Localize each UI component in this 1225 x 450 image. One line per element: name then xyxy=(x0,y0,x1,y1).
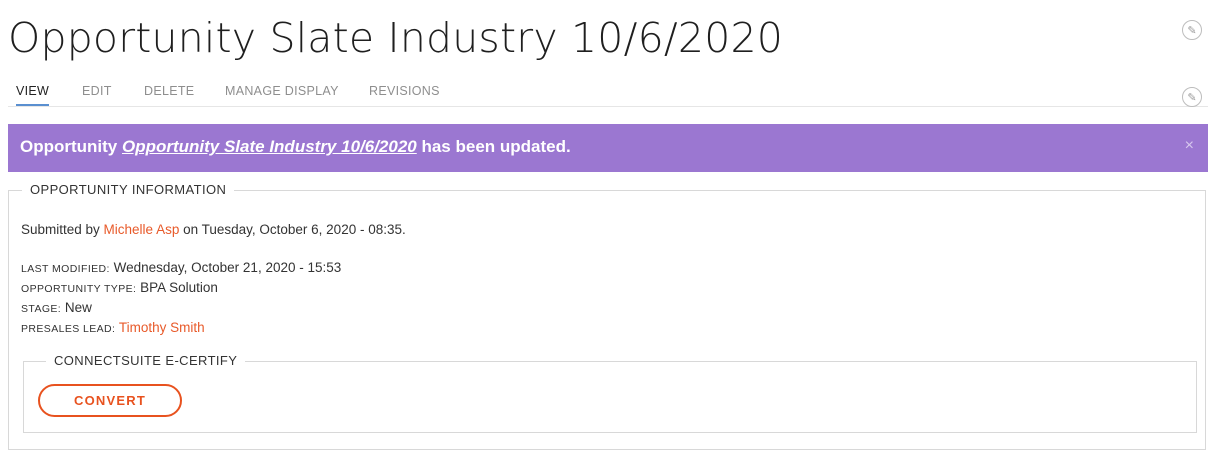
status-text: Opportunity Opportunity Slate Industry 1… xyxy=(20,137,571,157)
presales-lead-link[interactable]: Timothy Smith xyxy=(119,320,205,335)
convert-button[interactable]: CONVERT xyxy=(38,384,182,417)
tabs-edit-pencil-icon[interactable]: ✎ xyxy=(1182,87,1202,107)
opportunity-information-fieldset: OPPORTUNITY INFORMATION Submitted by Mic… xyxy=(8,182,1206,450)
last-modified-value: Wednesday, October 21, 2020 - 15:53 xyxy=(113,260,342,275)
status-suffix: has been updated. xyxy=(416,137,571,156)
tab-delete[interactable]: DELETE xyxy=(144,84,194,104)
last-modified-label: LAST MODIFIED: xyxy=(21,263,110,275)
title-edit-pencil-icon[interactable]: ✎ xyxy=(1182,20,1202,40)
tab-view[interactable]: VIEW xyxy=(16,84,50,106)
stage-label: STAGE: xyxy=(21,303,62,315)
page-title: Opportunity Slate Industry 10/6/2020 xyxy=(8,14,784,62)
opportunity-type-field: OPPORTUNITY TYPE: BPA Solution xyxy=(21,280,218,295)
stage-value: New xyxy=(64,300,92,315)
opportunity-type-value: BPA Solution xyxy=(140,280,218,295)
tab-revisions[interactable]: REVISIONS xyxy=(369,84,440,104)
ecertify-fieldset: CONNECTSUITE E-CERTIFY CONVERT xyxy=(23,353,1197,433)
presales-lead-label: PRESALES LEAD: xyxy=(21,323,116,335)
opportunity-type-label: OPPORTUNITY TYPE: xyxy=(21,283,137,295)
status-opportunity-link[interactable]: Opportunity Slate Industry 10/6/2020 xyxy=(122,137,417,156)
ecertify-legend: CONNECTSUITE E-CERTIFY xyxy=(46,353,246,368)
status-message: Opportunity Opportunity Slate Industry 1… xyxy=(8,124,1208,172)
submitted-by-user-link[interactable]: Michelle Asp xyxy=(104,222,180,237)
submitted-suffix: on Tuesday, October 6, 2020 - 08:35. xyxy=(179,222,406,237)
opportunity-information-legend: OPPORTUNITY INFORMATION xyxy=(22,182,235,197)
local-tabs: VIEW EDIT DELETE MANAGE DISPLAY REVISION… xyxy=(8,78,1208,107)
close-icon[interactable]: × xyxy=(1185,137,1194,155)
tab-edit[interactable]: EDIT xyxy=(82,84,112,104)
submitted-prefix: Submitted by xyxy=(21,222,104,237)
tab-manage-display[interactable]: MANAGE DISPLAY xyxy=(225,84,339,104)
stage-field: STAGE: New xyxy=(21,300,92,315)
status-prefix: Opportunity xyxy=(20,137,122,156)
last-modified-field: LAST MODIFIED: Wednesday, October 21, 20… xyxy=(21,260,341,275)
presales-lead-field: PRESALES LEAD: Timothy Smith xyxy=(21,320,205,335)
submitted-by-line: Submitted by Michelle Asp on Tuesday, Oc… xyxy=(21,222,406,237)
